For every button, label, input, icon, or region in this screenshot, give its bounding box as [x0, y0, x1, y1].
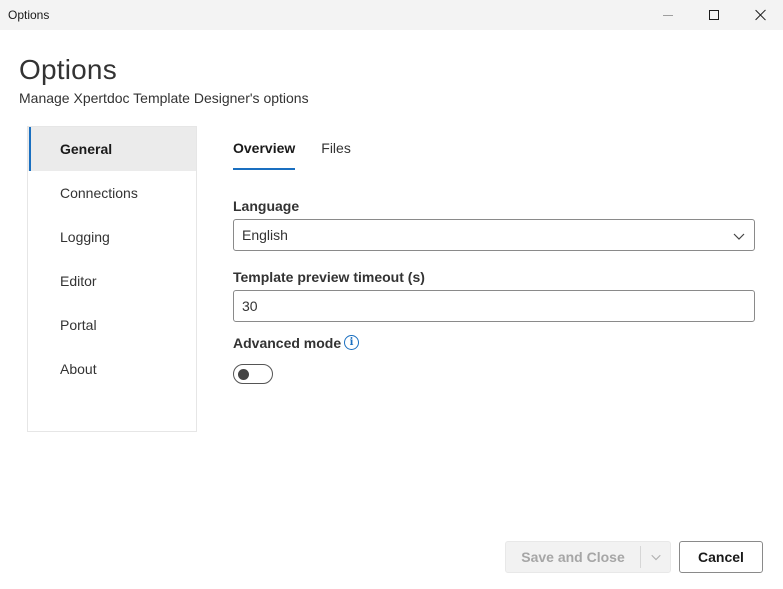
save-options-dropdown[interactable]: [641, 551, 670, 563]
sidebar-item-label: General: [60, 141, 113, 157]
chevron-down-icon: [733, 233, 745, 240]
timeout-value: 30: [242, 298, 258, 314]
advanced-mode-label: Advanced mode: [233, 335, 342, 351]
minimize-icon: [663, 14, 673, 16]
close-button[interactable]: [737, 0, 783, 30]
sidebar-item-label: About: [60, 361, 97, 377]
sidebar-item-label: Portal: [60, 317, 97, 333]
minimize-button[interactable]: [645, 0, 691, 30]
chevron-down-icon: [650, 554, 661, 561]
cancel-button[interactable]: Cancel: [679, 541, 763, 573]
tab-files[interactable]: Files: [321, 140, 351, 170]
sidebar-item-editor[interactable]: Editor: [28, 259, 196, 303]
info-icon[interactable]: i: [344, 335, 359, 350]
sidebar-item-connections[interactable]: Connections: [28, 171, 196, 215]
tab-overview[interactable]: Overview: [233, 140, 296, 170]
page-subtitle: Manage Xpertdoc Template Designer's opti…: [19, 90, 309, 106]
maximize-icon: [709, 10, 719, 20]
save-and-close-label: Save and Close: [521, 549, 625, 565]
close-icon: [754, 9, 766, 21]
tab-bar: Overview Files: [233, 140, 377, 172]
sidebar-item-portal[interactable]: Portal: [28, 303, 196, 347]
sidebar-item-about[interactable]: About: [28, 347, 196, 391]
title-bar: Options: [0, 0, 783, 30]
save-and-close-button[interactable]: Save and Close: [505, 541, 671, 573]
sidebar-item-label: Editor: [60, 273, 97, 289]
advanced-mode-toggle[interactable]: [233, 364, 273, 384]
sidebar-item-label: Connections: [60, 185, 138, 201]
toggle-knob: [238, 369, 249, 380]
maximize-button[interactable]: [691, 0, 737, 30]
sidebar-item-logging[interactable]: Logging: [28, 215, 196, 259]
language-select[interactable]: English: [233, 219, 755, 251]
timeout-label: Template preview timeout (s): [233, 269, 425, 285]
sidebar-nav: General Connections Logging Editor Porta…: [27, 126, 197, 432]
timeout-input[interactable]: 30: [233, 290, 755, 322]
sidebar-item-label: Logging: [60, 229, 110, 245]
language-label: Language: [233, 198, 300, 214]
page-title: Options: [19, 54, 117, 85]
language-value: English: [242, 227, 288, 243]
sidebar-item-general[interactable]: General: [28, 127, 196, 171]
window-title: Options: [8, 8, 50, 22]
